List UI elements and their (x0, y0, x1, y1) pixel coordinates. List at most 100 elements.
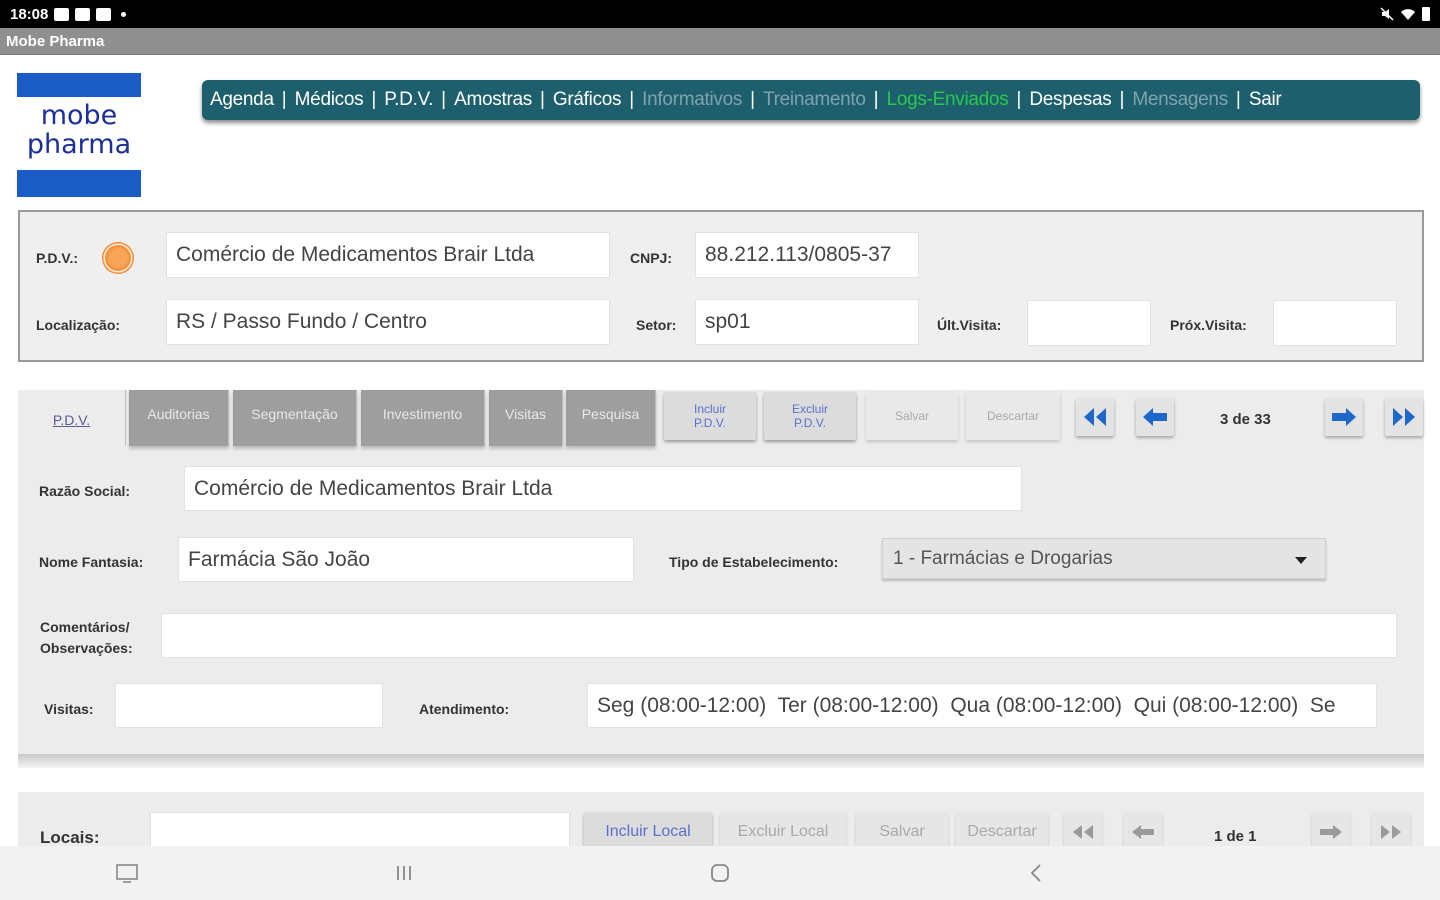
double-arrow-right-icon (1393, 408, 1415, 426)
arrow-right-icon (1332, 408, 1356, 426)
menu-item-informativos[interactable]: Informativos (642, 89, 742, 111)
mute-icon (1380, 7, 1394, 21)
nome-fantasia-label: Nome Fantasia: (39, 554, 144, 570)
incluir-pdv-label-line-1: Incluir (693, 402, 726, 416)
back-icon[interactable] (1023, 860, 1049, 886)
razao-social-field[interactable]: Comércio de Medicamentos Brair Ltda (184, 466, 1022, 511)
visitas-field[interactable] (115, 683, 383, 728)
dot-icon (121, 11, 127, 17)
menu-item-medicos[interactable]: Médicos (295, 89, 364, 111)
ult-visita-label: Últ.Visita: (937, 317, 1002, 333)
incluir-pdv-label-line-2: P.D.V. (693, 416, 727, 430)
menu-separator: | (1119, 89, 1125, 110)
setor-field[interactable]: sp01 (695, 299, 919, 345)
home-icon[interactable] (707, 860, 733, 886)
cnpj-label: CNPJ: (630, 250, 673, 266)
prox-visita-label: Próx.Visita: (1170, 317, 1247, 333)
menu-item-treinamento[interactable]: Treinamento (763, 89, 866, 111)
menu-item-mensagens[interactable]: Mensagens (1132, 89, 1228, 111)
tab-auditorias[interactable]: Auditorias (129, 390, 229, 446)
excluir-pdv-button[interactable]: Excluir P.D.V. (764, 392, 856, 440)
pdv-header-card: P.D.V.: Comércio de Medicamentos Brair L… (18, 210, 1424, 362)
excluir-pdv-label-line-2: P.D.V. (793, 416, 826, 430)
menu-separator: | (539, 89, 545, 110)
caret-down-icon (1295, 557, 1307, 564)
status-bar: 18:08 (0, 0, 1440, 28)
double-arrow-left-icon (1084, 408, 1106, 426)
tab-investimento[interactable]: Investimento (361, 390, 485, 446)
double-arrow-right-icon (1381, 825, 1401, 839)
locais-section: Locais: Incluir Local Excluir Local Salv… (18, 792, 1424, 852)
ult-visita-field[interactable] (1027, 300, 1151, 346)
main-menu: Agenda | Médicos | P.D.V. | Amostras | G… (202, 80, 1420, 120)
arrow-left-icon (1143, 408, 1167, 426)
pdv-label: P.D.V.: (36, 250, 79, 266)
descartar-button[interactable]: Descartar (966, 392, 1060, 440)
comentarios-label-line-2: Observações: (40, 640, 133, 656)
tab-visitas[interactable]: Visitas (489, 390, 563, 446)
previous-record-button[interactable] (1136, 398, 1174, 436)
comentarios-label-line-1: Comentários/ (40, 619, 130, 635)
localizacao-field[interactable]: RS / Passo Fundo / Centro (166, 299, 610, 345)
salvar-button[interactable]: Salvar (866, 392, 958, 440)
menu-item-amostras[interactable]: Amostras (454, 89, 532, 111)
menu-item-graficos[interactable]: Gráficos (553, 89, 622, 111)
menu-item-pdv[interactable]: P.D.V. (384, 89, 433, 111)
recent-apps-icon[interactable] (391, 860, 417, 886)
setor-label: Setor: (636, 317, 677, 333)
excluir-pdv-label-line-1: Excluir (791, 402, 828, 416)
menu-item-agenda[interactable]: Agenda (210, 89, 274, 111)
app-title-bar: Mobe Pharma (0, 28, 1440, 55)
comentarios-field[interactable] (161, 613, 1397, 658)
tab-pesquisa[interactable]: Pesquisa (566, 390, 656, 446)
arrow-left-icon (1132, 825, 1154, 839)
pdv-status-icon[interactable] (102, 242, 134, 274)
menu-separator: | (1016, 89, 1022, 110)
logo-bar-top (17, 73, 141, 97)
localizacao-label: Localização: (36, 317, 121, 333)
last-record-button[interactable] (1385, 398, 1423, 436)
double-arrow-left-icon (1073, 825, 1093, 839)
screenshot-icon[interactable] (114, 860, 140, 886)
menu-separator: | (371, 89, 377, 110)
razao-social-label: Razão Social: (39, 483, 131, 499)
first-record-button[interactable] (1076, 398, 1114, 436)
next-record-button[interactable] (1325, 398, 1363, 436)
prox-visita-field[interactable] (1273, 300, 1397, 346)
menu-item-despesas[interactable]: Despesas (1029, 89, 1111, 111)
atendimento-field[interactable]: Seg (08:00-12:00) Ter (08:00-12:00) Qua … (587, 683, 1377, 728)
gallery-icon (54, 7, 70, 21)
locais-counter: 1 de 1 (1214, 828, 1257, 845)
battery-icon (1422, 7, 1430, 21)
logo-line-1: mobe (40, 100, 118, 131)
tipo-estabelecimento-select[interactable]: 1 - Farmácias e Drogarias (882, 538, 1326, 579)
chat-icon (75, 7, 91, 21)
visitas-label: Visitas: (44, 701, 94, 717)
menu-separator: | (873, 89, 879, 110)
cnpj-field[interactable]: 88.212.113/0805-37 (695, 232, 919, 278)
menu-separator: | (281, 89, 287, 110)
menu-separator: | (441, 89, 447, 110)
pdv-field[interactable]: Comércio de Medicamentos Brair Ltda (166, 232, 610, 278)
android-navigation-bar (0, 846, 1440, 900)
nome-fantasia-field[interactable]: Farmácia São João (178, 537, 634, 582)
mobe-pharma-logo: mobe pharma (17, 73, 141, 197)
arrow-right-icon (1320, 825, 1342, 839)
locais-label: Locais: (40, 828, 100, 847)
record-counter: 3 de 33 (1220, 411, 1271, 428)
logo-bar-bottom (17, 170, 141, 197)
tipo-estabelecimento-value: 1 - Farmácias e Drogarias (893, 547, 1113, 569)
incluir-pdv-button[interactable]: Incluir P.D.V. (664, 392, 756, 440)
tipo-estabelecimento-label: Tipo de Estabelecimento: (669, 554, 839, 570)
menu-item-logs-enviados[interactable]: Logs-Enviados (887, 89, 1009, 111)
atendimento-label: Atendimento: (419, 701, 510, 717)
tab-pdv[interactable]: P.D.V. (18, 390, 126, 446)
status-time: 18:08 (10, 5, 49, 23)
menu-item-sair[interactable]: Sair (1249, 89, 1282, 111)
section-divider (18, 754, 1424, 768)
tab-segmentacao[interactable]: Segmentação (233, 390, 357, 446)
app-title: Mobe Pharma (6, 32, 105, 50)
menu-separator: | (750, 89, 755, 110)
photos-icon (96, 7, 112, 21)
pdv-tab-section: P.D.V. Auditorias Segmentação Investimen… (18, 390, 1424, 768)
